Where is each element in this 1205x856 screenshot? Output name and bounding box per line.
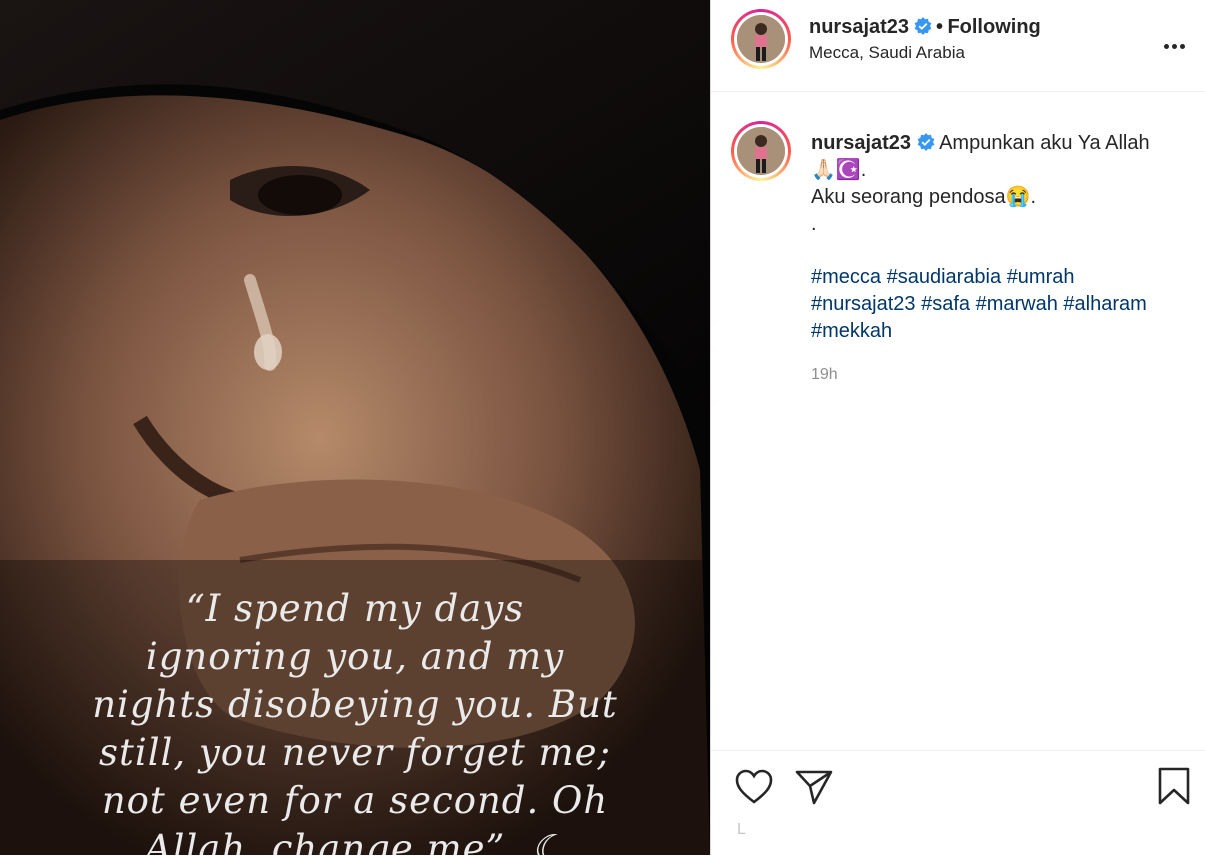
hashtag-link[interactable]: #saudiarabia [887, 266, 1002, 288]
caption-text: . [811, 213, 817, 235]
hashtag-link[interactable]: #safa [921, 293, 970, 315]
hashtag-link[interactable]: #alharam [1063, 293, 1146, 315]
verified-badge-icon [917, 133, 935, 151]
avatar[interactable] [731, 9, 791, 69]
following-button[interactable]: Following [947, 16, 1040, 38]
username-link[interactable]: nursajat23 [809, 16, 909, 38]
quote-line: “I spend my days [185, 587, 525, 630]
hashtag-link[interactable]: #mekkah [811, 320, 892, 342]
post-side-panel: nursajat23 • Following Mecca, Saudi Arab… [710, 0, 1205, 855]
quote-line: ignoring you, and my [145, 635, 565, 678]
quote-line: Allah, change me”. ☾ [144, 827, 566, 855]
caption-emojis: 🙏🏻☪️. [811, 159, 867, 181]
post-image[interactable]: “I spend my days ignoring you, and my ni… [0, 0, 710, 855]
caption-avatar[interactable] [731, 121, 791, 181]
heart-icon[interactable] [735, 769, 773, 805]
post-timestamp[interactable]: 19h [811, 366, 838, 384]
hashtag-link[interactable]: #marwah [976, 293, 1058, 315]
location-link[interactable]: Mecca, Saudi Arabia [809, 43, 965, 63]
caption-text: Ampunkan aku Ya Allah [939, 132, 1150, 154]
image-quote-text: “I spend my days ignoring you, and my ni… [0, 585, 710, 855]
more-options-icon[interactable] [1164, 36, 1188, 49]
follow-separator: • [935, 16, 943, 38]
bookmark-icon[interactable] [1158, 767, 1190, 805]
caption-username[interactable]: nursajat23 [811, 132, 911, 154]
hashtag-link[interactable]: #umrah [1007, 266, 1075, 288]
quote-line: nights disobeying you. But [92, 683, 618, 726]
post-caption: nursajat23 Ampunkan aku Ya Allah 🙏🏻☪️. A… [811, 130, 1181, 345]
quote-line: not even for a second. Oh [101, 779, 609, 822]
likes-count[interactable]: L [737, 821, 746, 839]
action-bar: L [711, 750, 1205, 856]
hashtag-link[interactable]: #nursajat23 [811, 293, 916, 315]
paper-plane-icon[interactable] [795, 769, 833, 805]
caption-text: Aku seorang pendosa😭. [811, 186, 1037, 208]
quote-line: still, you never forget me; [99, 731, 611, 774]
verified-badge-icon [914, 17, 931, 35]
hashtag-link[interactable]: #mecca [811, 266, 881, 288]
post-header: nursajat23 • Following Mecca, Saudi Arab… [711, 0, 1205, 92]
